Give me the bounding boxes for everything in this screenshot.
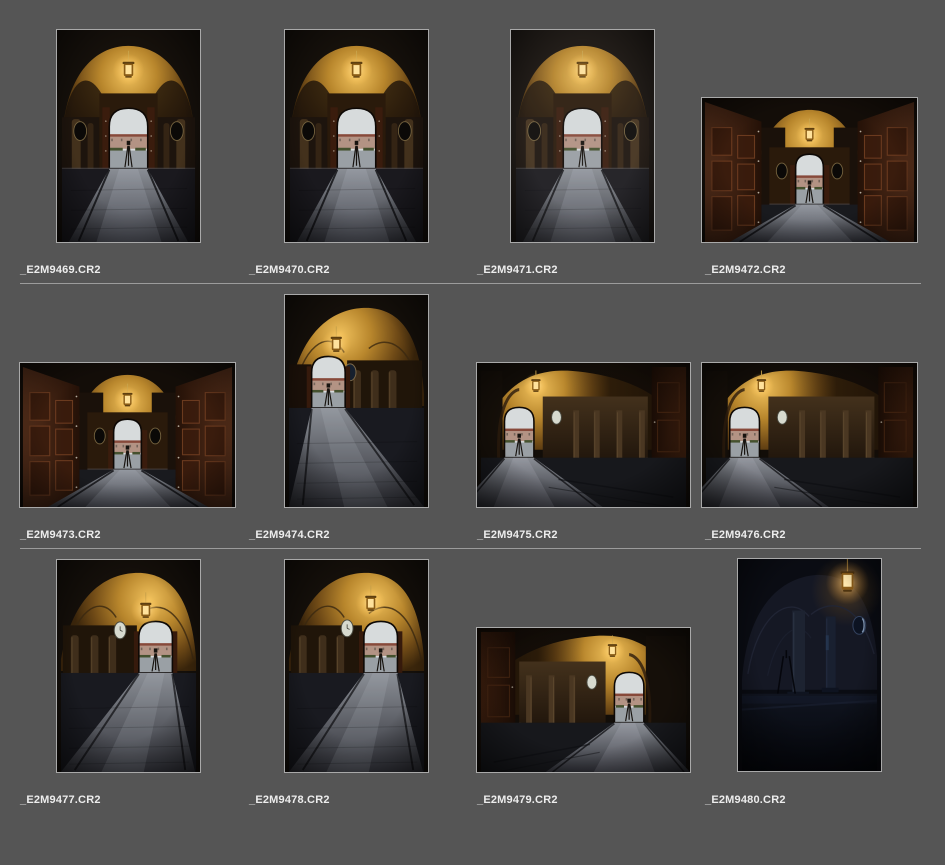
photo-filename[interactable]: _E2M9476.CR2 <box>705 529 786 541</box>
photo-thumbnail[interactable] <box>284 294 429 508</box>
photo-thumbnail[interactable] <box>476 362 691 508</box>
photo-image <box>511 30 654 242</box>
photo-image <box>702 98 917 242</box>
photo-thumbnail[interactable] <box>701 362 918 508</box>
photo-thumbnail[interactable] <box>19 362 236 508</box>
photo-image <box>20 363 235 507</box>
photo-image <box>285 295 428 507</box>
photo-filename[interactable]: _E2M9475.CR2 <box>477 529 558 541</box>
photo-filename[interactable]: _E2M9473.CR2 <box>20 529 101 541</box>
photo-filename[interactable]: _E2M9471.CR2 <box>477 264 558 276</box>
photo-filename[interactable]: _E2M9480.CR2 <box>705 794 786 806</box>
photo-filename[interactable]: _E2M9479.CR2 <box>477 794 558 806</box>
photo-filename[interactable]: _E2M9477.CR2 <box>20 794 101 806</box>
photo-image <box>285 30 428 242</box>
photo-thumbnail[interactable] <box>476 627 691 773</box>
photo-thumbnail[interactable] <box>737 558 882 772</box>
photo-filename[interactable]: _E2M9478.CR2 <box>249 794 330 806</box>
photo-filename[interactable]: _E2M9470.CR2 <box>249 264 330 276</box>
photo-image <box>738 559 881 771</box>
photo-thumbnail[interactable] <box>56 559 201 773</box>
photo-thumbnail[interactable] <box>56 29 201 243</box>
row-separator <box>20 548 921 549</box>
photo-image <box>477 628 690 772</box>
thumbnail-grid: _E2M9469.CR2 _E2M9470.CR2 _E2M9471.CR2 _E2M… <box>0 0 945 865</box>
photo-filename[interactable]: _E2M9474.CR2 <box>249 529 330 541</box>
row-separator <box>20 283 921 284</box>
photo-thumbnail[interactable] <box>284 559 429 773</box>
photo-filename[interactable]: _E2M9472.CR2 <box>705 264 786 276</box>
photo-thumbnail[interactable] <box>510 29 655 243</box>
photo-filename[interactable]: _E2M9469.CR2 <box>20 264 101 276</box>
photo-image <box>57 30 200 242</box>
photo-image <box>477 363 690 507</box>
photo-image <box>702 363 917 507</box>
photo-thumbnail[interactable] <box>284 29 429 243</box>
photo-thumbnail[interactable] <box>701 97 918 243</box>
photo-image <box>57 560 200 772</box>
photo-image <box>285 560 428 772</box>
